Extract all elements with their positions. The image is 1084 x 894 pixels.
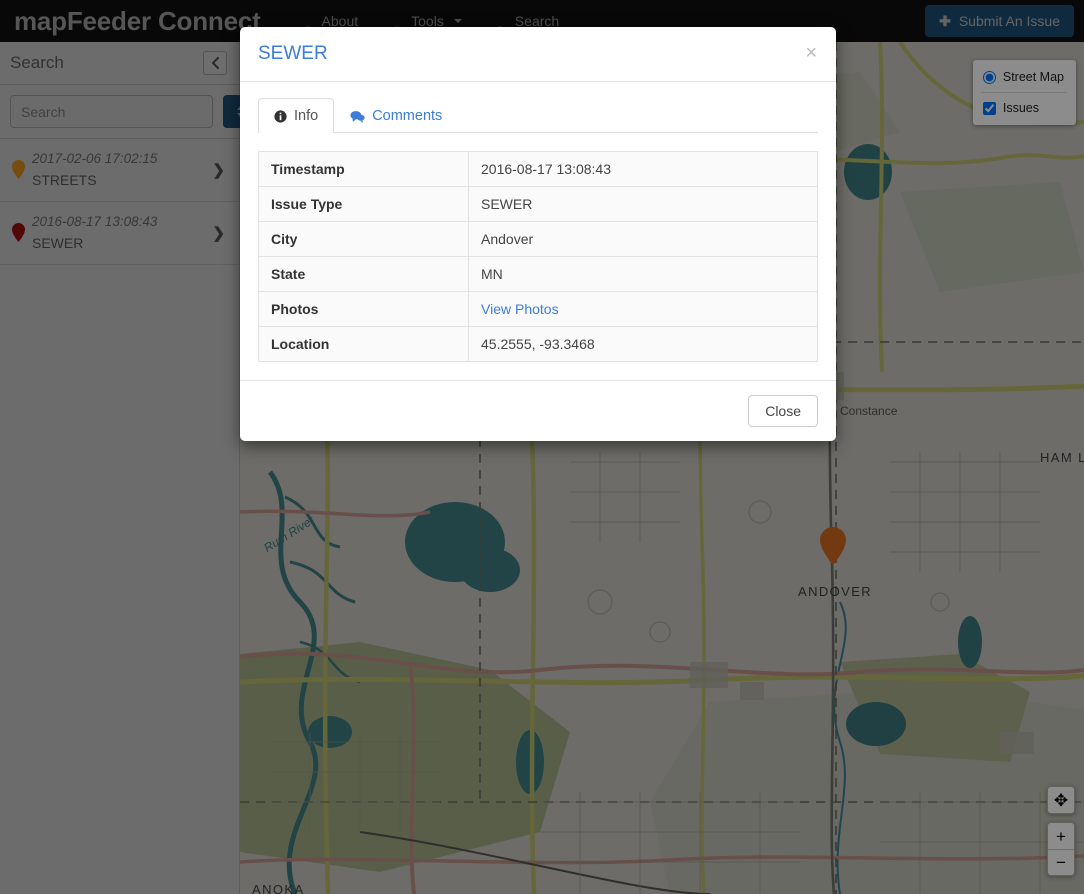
row-label-city: City xyxy=(258,221,469,257)
table-row: City Andover xyxy=(258,221,818,257)
issue-info-table: Timestamp 2016-08-17 13:08:43 Issue Type… xyxy=(258,151,818,362)
tab-comments[interactable]: Comments xyxy=(334,98,458,133)
app-root: Constance HAM LA ANDOVER ANOKA Rum River… xyxy=(0,0,1084,894)
row-label-location: Location xyxy=(258,326,469,362)
row-label-photos: Photos xyxy=(258,291,469,327)
comments-icon xyxy=(350,110,365,123)
modal-close-icon[interactable]: × xyxy=(800,40,822,66)
modal-body: Info Comments Timestamp 2016-08-17 13:08… xyxy=(240,82,836,362)
modal-tabs: Info Comments xyxy=(258,98,818,133)
table-row: Photos View Photos xyxy=(258,291,818,327)
table-row: Issue Type SEWER xyxy=(258,186,818,222)
info-circle-icon xyxy=(274,109,287,123)
tab-comments-label: Comments xyxy=(372,108,443,124)
tab-info-label: Info xyxy=(294,108,319,124)
modal-title: SEWER xyxy=(258,43,328,64)
modal-footer: Close xyxy=(240,380,836,441)
tab-info[interactable]: Info xyxy=(258,98,335,133)
row-label-state: State xyxy=(258,256,469,292)
modal-header: SEWER × xyxy=(240,27,836,82)
row-value-location: 45.2555, -93.3468 xyxy=(468,326,818,362)
row-value-timestamp: 2016-08-17 13:08:43 xyxy=(468,151,818,187)
issue-detail-modal: SEWER × Info Comments Timestamp 2016-08-… xyxy=(240,27,836,441)
row-value-issue-type: SEWER xyxy=(468,186,818,222)
table-row: State MN xyxy=(258,256,818,292)
row-value-city: Andover xyxy=(468,221,818,257)
table-row: Location 45.2555, -93.3468 xyxy=(258,326,818,362)
row-label-issue-type: Issue Type xyxy=(258,186,469,222)
row-label-timestamp: Timestamp xyxy=(258,151,469,187)
row-value-photos: View Photos xyxy=(468,291,818,327)
modal-close-button[interactable]: Close xyxy=(748,395,818,427)
view-photos-link[interactable]: View Photos xyxy=(481,301,559,317)
table-row: Timestamp 2016-08-17 13:08:43 xyxy=(258,151,818,187)
row-value-state: MN xyxy=(468,256,818,292)
